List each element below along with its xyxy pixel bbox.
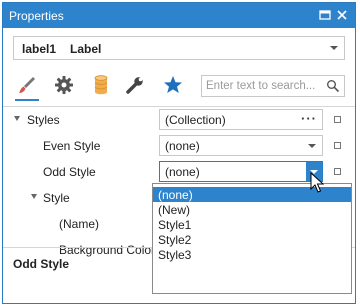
option-label: Style2 [158, 233, 192, 247]
expand-icon[interactable] [31, 194, 37, 199]
option-label: (New) [158, 203, 190, 217]
property-row-even-style: Even Style (none) [3, 133, 355, 159]
description-title: Odd Style [13, 257, 70, 271]
property-value-odd-style: (none) [165, 165, 200, 179]
title-bar[interactable]: Properties [3, 3, 355, 28]
option-style3[interactable]: Style3 [153, 247, 351, 262]
odd-style-options-list[interactable]: (none) (New) Style1 Style2 Style3 [152, 183, 352, 294]
chevron-down-icon [308, 144, 316, 148]
wrench-icon[interactable] [123, 73, 147, 97]
property-marker[interactable] [334, 168, 341, 175]
object-type: Label [70, 42, 102, 56]
even-style-dropdown[interactable]: (none) [159, 135, 323, 156]
brush-icon[interactable] [15, 73, 39, 101]
search-input[interactable] [206, 79, 322, 93]
object-selector[interactable]: label1 Label [13, 36, 345, 60]
property-row-styles: Styles (Collection) ··· [3, 107, 355, 133]
property-label-even-style: Even Style [43, 139, 101, 153]
properties-window: Properties label1 Label Enter text to se… [2, 2, 356, 304]
window-title: Properties [9, 9, 64, 23]
property-label-style: Style [43, 191, 70, 205]
ellipsis-icon[interactable]: ··· [301, 111, 317, 126]
property-marker[interactable] [334, 142, 341, 149]
property-value-styles: (Collection) [165, 113, 226, 127]
property-label-name: (Name) [59, 217, 100, 231]
option-label: Style1 [158, 218, 192, 232]
option-new[interactable]: (New) [153, 202, 351, 217]
option-label: Style3 [158, 248, 192, 262]
star-icon[interactable] [161, 73, 185, 97]
property-row-odd-style: Odd Style (none) [3, 159, 355, 185]
chevron-down-icon [330, 46, 338, 50]
mouse-pointer-icon [310, 171, 325, 194]
database-icon[interactable] [89, 73, 113, 97]
search-box[interactable] [201, 75, 345, 97]
property-label-styles: Styles [27, 113, 60, 127]
object-name: label1 [22, 42, 57, 56]
property-value-even-style: (none) [165, 139, 200, 153]
close-icon[interactable] [334, 7, 350, 23]
property-label-odd-style: Odd Style [43, 165, 96, 179]
styles-collection-editor[interactable]: (Collection) ··· [159, 109, 323, 130]
odd-style-dropdown[interactable]: (none) [159, 161, 323, 182]
option-label: (none) [158, 188, 193, 202]
property-marker[interactable] [334, 116, 341, 123]
gear-icon[interactable] [52, 73, 76, 97]
option-style2[interactable]: Style2 [153, 232, 351, 247]
search-icon[interactable] [326, 79, 340, 93]
option-style1[interactable]: Style1 [153, 217, 351, 232]
pin-icon[interactable] [317, 7, 333, 23]
active-tab-indicator [15, 99, 39, 101]
expand-icon[interactable] [14, 116, 20, 121]
property-label-background-color: Background Color [59, 243, 156, 257]
